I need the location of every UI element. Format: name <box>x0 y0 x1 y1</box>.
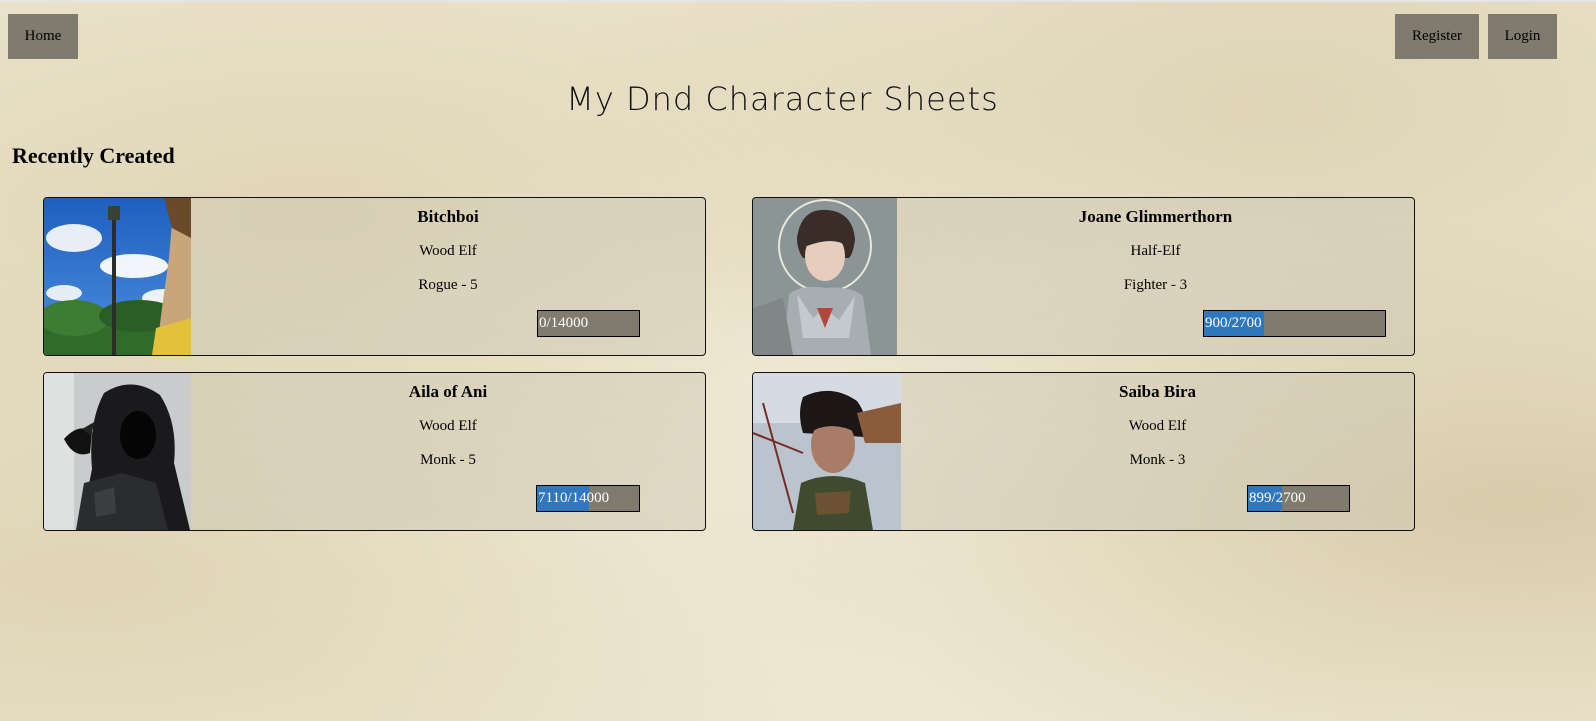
section-heading: Recently Created <box>12 143 175 168</box>
character-card[interactable]: Bitchboi Wood Elf Rogue - 5 0/14000 <box>43 197 706 356</box>
home-button[interactable]: Home <box>8 14 78 59</box>
character-class-level: Rogue - 5 <box>418 277 478 293</box>
xp-progress-text: 0/14000 <box>539 315 589 331</box>
character-class-level: Monk - 3 <box>1129 452 1186 468</box>
character-name[interactable]: Saiba Bira <box>901 382 1414 402</box>
character-portrait <box>44 373 191 530</box>
character-portrait <box>753 373 901 530</box>
xp-progress-bar: 900/2700 <box>1203 310 1386 337</box>
xp-progress-bar: 7110/14000 <box>536 485 640 512</box>
character-race: Half-Elf <box>1130 243 1181 259</box>
character-card[interactable]: Joane Glimmerthorn Half-Elf Fighter - 3 … <box>752 197 1415 356</box>
character-class-level: Monk - 5 <box>420 452 476 468</box>
character-portrait <box>44 198 191 355</box>
character-card[interactable]: Aila of Ani Wood Elf Monk - 5 7110/14000 <box>43 372 706 531</box>
xp-progress-text: 7110/14000 <box>538 490 610 506</box>
character-card[interactable]: Saiba Bira Wood Elf Monk - 3 899/2700 <box>752 372 1415 531</box>
character-name[interactable]: Joane Glimmerthorn <box>897 207 1414 227</box>
character-info: Joane Glimmerthorn Half-Elf Fighter - 3 … <box>897 198 1414 355</box>
top-border <box>0 0 1596 2</box>
character-race: Wood Elf <box>1128 418 1187 434</box>
xp-progress-text: 899/2700 <box>1249 490 1306 506</box>
character-name[interactable]: Bitchboi <box>191 207 705 227</box>
xp-progress-bar: 0/14000 <box>537 310 640 337</box>
character-race: Wood Elf <box>419 418 477 434</box>
character-race: Wood Elf <box>419 243 477 259</box>
character-info: Bitchboi Wood Elf Rogue - 5 0/14000 <box>191 198 705 355</box>
character-portrait <box>753 198 897 355</box>
xp-progress-text: 900/2700 <box>1205 315 1262 331</box>
character-class-level: Fighter - 3 <box>1123 277 1188 293</box>
login-button[interactable]: Login <box>1488 14 1557 59</box>
xp-progress-bar: 899/2700 <box>1247 485 1350 512</box>
character-name[interactable]: Aila of Ani <box>191 382 705 402</box>
character-info: Saiba Bira Wood Elf Monk - 3 899/2700 <box>901 373 1414 530</box>
character-info: Aila of Ani Wood Elf Monk - 5 7110/14000 <box>191 373 705 530</box>
page-title: My Dnd Character Sheets <box>566 80 999 118</box>
register-button[interactable]: Register <box>1395 14 1479 59</box>
